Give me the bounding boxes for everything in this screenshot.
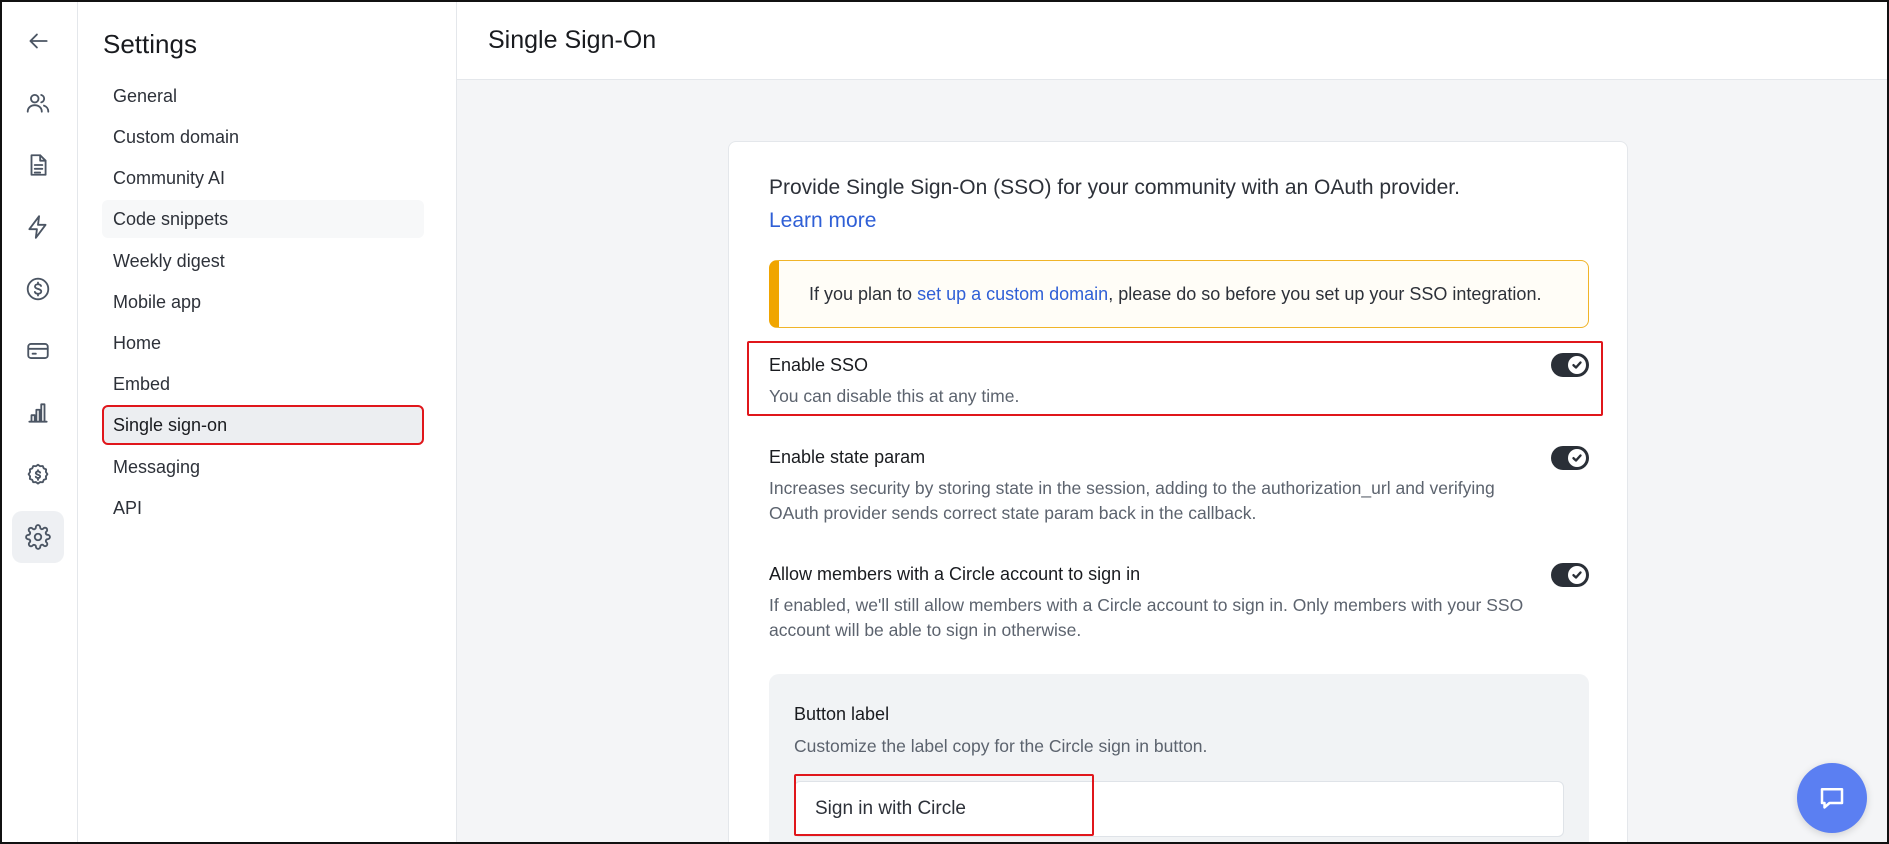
sidebar-item-custom-domain[interactable]: Custom domain — [102, 118, 424, 156]
option-title: Enable state param — [769, 447, 926, 467]
custom-domain-link[interactable]: set up a custom domain — [917, 284, 1108, 305]
enable-state-param-toggle[interactable] — [1551, 446, 1589, 470]
button-label-highlight — [794, 774, 1094, 836]
alert-text-after: , please do so before you set up your SS… — [1108, 283, 1542, 304]
allow-circle-members-option: Allow members with a Circle account to s… — [769, 563, 1589, 643]
allow-circle-members-toggle[interactable] — [1551, 563, 1589, 587]
members-button[interactable] — [12, 77, 64, 129]
workflows-button[interactable] — [12, 201, 64, 253]
button-label-description: Customize the label copy for the Circle … — [794, 736, 1208, 756]
settings-sidebar: Settings General Custom domain Community… — [78, 2, 457, 842]
paywall-icon — [27, 463, 49, 485]
check-icon — [1572, 454, 1582, 462]
bar-chart-icon — [28, 403, 48, 423]
paywalls-button[interactable] — [12, 263, 64, 315]
sidebar-item-messaging[interactable]: Messaging — [102, 448, 424, 486]
lightning-icon — [28, 215, 47, 239]
option-description: If enabled, we'll still allow members wi… — [769, 595, 1524, 640]
sidebar-item-api[interactable]: API — [102, 489, 424, 527]
content-button[interactable] — [12, 139, 64, 191]
gear-icon — [25, 524, 51, 550]
arrow-left-icon — [29, 33, 48, 49]
option-description: Increases security by storing state in t… — [769, 478, 1495, 523]
users-icon — [26, 93, 50, 113]
check-icon — [1572, 571, 1582, 579]
custom-domain-alert: If you plan to set up a custom domain , … — [769, 260, 1589, 328]
enable-state-param-option: Enable state param Increases security by… — [769, 446, 1589, 526]
page-header: Single Sign-On — [457, 2, 1887, 80]
sidebar-item-embed[interactable]: Embed — [102, 365, 424, 403]
chat-bubble-icon — [1820, 788, 1844, 809]
sidebar-item-single-sign-on[interactable]: Single sign-on — [102, 405, 424, 445]
option-title: Allow members with a Circle account to s… — [769, 564, 1141, 584]
page-title: Single Sign-On — [488, 26, 657, 54]
chat-button[interactable] — [1797, 763, 1867, 833]
button-label-title: Button label — [794, 704, 890, 724]
settings-button[interactable] — [12, 511, 64, 563]
button-label-panel: Button label Customize the label copy fo… — [769, 674, 1589, 842]
learn-more-link[interactable]: Learn more — [769, 209, 876, 233]
credit-card-icon — [27, 343, 49, 359]
icon-rail — [2, 2, 78, 842]
sidebar-item-code-snippets[interactable]: Code snippets — [102, 200, 424, 238]
affiliates-button[interactable] — [12, 449, 64, 501]
sidebar-item-mobile-app[interactable]: Mobile app — [102, 283, 424, 321]
toggle-knob — [1568, 449, 1586, 467]
sidebar-title: Settings — [103, 29, 197, 59]
sidebar-item-weekly-digest[interactable]: Weekly digest — [102, 242, 424, 280]
back-button[interactable] — [12, 15, 64, 67]
sso-settings-card: Provide Single Sign-On (SSO) for your co… — [728, 141, 1628, 842]
enable-sso-highlight — [747, 341, 1603, 416]
billing-button[interactable] — [12, 325, 64, 377]
intro-text: Provide Single Sign-On (SSO) for your co… — [769, 176, 1460, 199]
main-content: Single Sign-On Provide Single Sign-On (S… — [457, 2, 1887, 842]
app-window: Settings General Custom domain Community… — [0, 0, 1889, 844]
sidebar-item-community-ai[interactable]: Community AI — [102, 159, 424, 197]
toggle-knob — [1568, 566, 1586, 584]
analytics-button[interactable] — [12, 387, 64, 439]
sidebar-item-home[interactable]: Home — [102, 324, 424, 362]
dollar-circle-icon — [26, 277, 50, 301]
sidebar-item-general[interactable]: General — [102, 77, 424, 115]
alert-text-before: If you plan to — [809, 283, 918, 304]
document-icon — [30, 154, 47, 176]
